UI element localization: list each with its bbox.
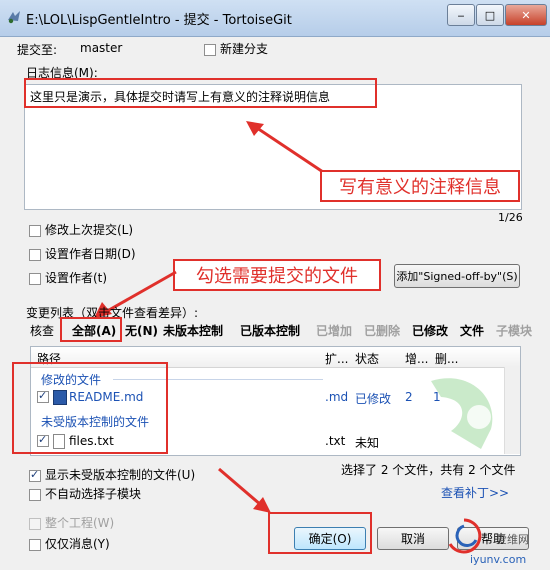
show-unversioned-checkbox[interactable]: 显示未受版本控制的文件(U) xyxy=(29,466,195,483)
filter-modified[interactable]: 已修改 xyxy=(412,322,448,339)
file-ext: .md xyxy=(325,390,349,404)
selection-summary: 选择了 2 个文件，共有 2 个文件 xyxy=(341,463,516,477)
set-date-checkbox[interactable]: 设置作者日期(D) xyxy=(29,245,136,262)
site-watermark-logo-icon xyxy=(448,518,482,554)
write-message-callout: 写有意义的注释信息 xyxy=(320,170,520,202)
checkbox-icon xyxy=(204,43,216,56)
amend-checkbox[interactable]: 修改上次提交(L) xyxy=(29,221,133,238)
message-only-checkbox[interactable]: 仅仅消息(Y) xyxy=(29,535,110,552)
minimize-button[interactable]: ‒ xyxy=(447,4,475,26)
column-added[interactable]: 增... xyxy=(405,350,428,367)
file-status: 未知 xyxy=(355,436,380,450)
filter-submodules[interactable]: 子模块 xyxy=(496,322,532,339)
filter-versioned[interactable]: 已版本控制 xyxy=(240,322,300,339)
checkbox-icon xyxy=(29,538,41,551)
whole-project-checkbox[interactable]: 整个工程(W) xyxy=(29,514,114,531)
whole-project-label: 整个工程(W) xyxy=(45,516,115,530)
minimize-icon: ‒ xyxy=(457,8,465,22)
file-list-scrollbar[interactable] xyxy=(504,367,520,454)
message-highlight-box xyxy=(24,78,377,108)
close-icon: ✕ xyxy=(521,8,531,22)
new-branch-checkbox[interactable]: 新建分支 xyxy=(204,40,268,57)
message-counter: 1/26 xyxy=(498,211,523,224)
checkbox-icon xyxy=(29,272,41,285)
maximize-button[interactable]: □ xyxy=(476,4,504,26)
filter-none[interactable]: 无(N) xyxy=(125,322,158,339)
watermark-text: 爱维网 xyxy=(496,533,529,546)
filter-deleted[interactable]: 已删除 xyxy=(364,322,400,339)
select-files-callout: 勾选需要提交的文件 xyxy=(173,259,381,291)
set-date-label: 设置作者日期(D) xyxy=(45,247,136,261)
filter-check[interactable]: 核查 xyxy=(30,322,54,339)
filter-added[interactable]: 已增加 xyxy=(316,322,352,339)
arrow-to-message xyxy=(246,121,327,176)
column-ext[interactable]: 扩... xyxy=(325,350,348,367)
close-button[interactable]: ✕ xyxy=(505,4,547,26)
amend-label: 修改上次提交(L) xyxy=(45,223,134,237)
ok-button[interactable]: 确定(O) xyxy=(294,527,366,550)
window-title: E:\LOL\LispGentleIntro - 提交 - TortoiseGi… xyxy=(26,13,292,28)
filter-unversioned[interactable]: 未版本控制 xyxy=(163,322,223,339)
no-auto-submodule-checkbox[interactable]: 不自动选择子模块 xyxy=(29,485,141,502)
checkbox-icon xyxy=(29,468,41,482)
column-deleted[interactable]: 删... xyxy=(435,350,458,367)
arrow-to-ok xyxy=(218,467,271,513)
column-status[interactable]: 状态 xyxy=(355,350,379,367)
no-auto-submodule-label: 不自动选择子模块 xyxy=(45,487,142,501)
tortoisegit-icon xyxy=(6,9,22,25)
show-unversioned-label: 显示未受版本控制的文件(U) xyxy=(45,468,196,482)
checkbox-icon xyxy=(29,517,41,530)
file-added-lines: 2 xyxy=(405,390,413,404)
files-highlight-box xyxy=(12,362,168,454)
file-status: 已修改 xyxy=(355,392,392,406)
title-bar: E:\LOL\LispGentleIntro - 提交 - TortoiseGi… xyxy=(0,0,550,37)
add-signed-off-button[interactable]: 添加"Signed-off-by"(S) xyxy=(394,264,520,288)
checkbox-icon xyxy=(29,488,41,501)
checkbox-icon xyxy=(29,224,41,237)
file-ext: .txt xyxy=(325,434,346,448)
maximize-icon: □ xyxy=(484,8,496,22)
new-branch-label: 新建分支 xyxy=(220,42,269,56)
branch-name: master xyxy=(80,41,123,55)
all-filter-highlight-box xyxy=(60,317,122,342)
message-only-label: 仅仅消息(Y) xyxy=(45,537,110,551)
file-deleted-lines: 1 xyxy=(433,390,441,404)
commit-to-label: 提交至: xyxy=(17,43,58,57)
watermark-url: iyunv.com xyxy=(470,553,527,566)
filter-files[interactable]: 文件 xyxy=(460,322,484,339)
view-patch-link[interactable]: 查看补丁>> xyxy=(441,484,509,501)
cancel-button[interactable]: 取消 xyxy=(377,527,449,550)
checkbox-icon xyxy=(29,248,41,261)
